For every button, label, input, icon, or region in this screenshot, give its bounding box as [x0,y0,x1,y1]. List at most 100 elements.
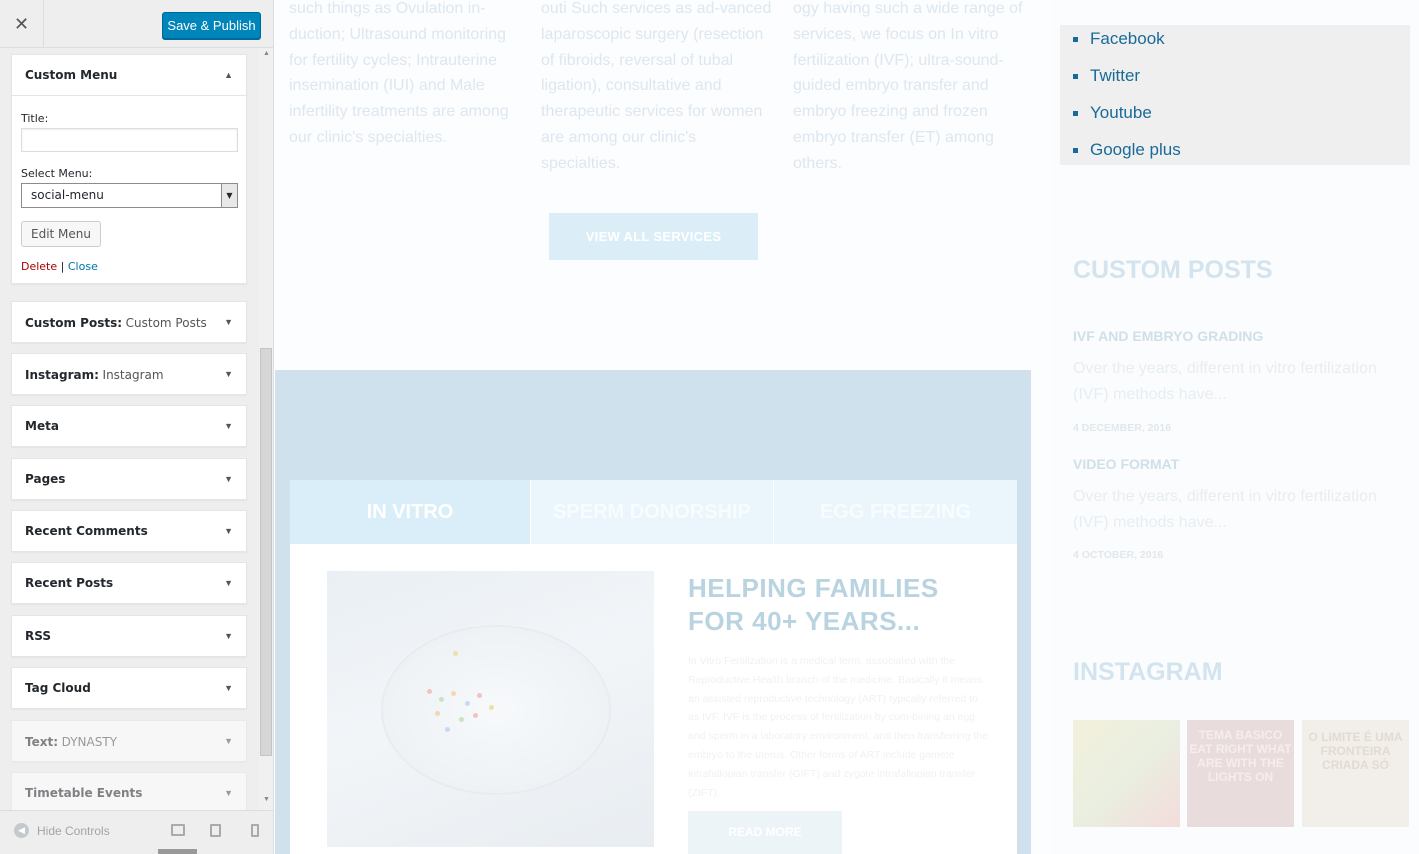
chevron-up-icon[interactable]: ▲ [224,70,233,80]
mobile-icon[interactable] [251,824,259,837]
bead-dot [459,717,464,722]
customizer-footer: ◀ Hide Controls [0,810,273,854]
social-link-youtube[interactable]: Youtube [1073,103,1152,123]
widget-subtitle: DYNASTY [61,734,118,749]
widget-custom-menu: Custom Menu ▲ Title: Select Menu: social… [11,54,247,284]
chevron-down-icon[interactable]: ▼ [224,526,233,536]
chevron-down-icon[interactable]: ▼ [224,683,233,693]
scroll-up-icon[interactable]: ▲ [263,50,270,57]
chevron-down-icon[interactable]: ▼ [224,578,233,588]
post-date: 4 OCTOBER, 2016 [1073,549,1164,561]
bead-dot [477,693,482,698]
widget-title: Meta [25,419,59,433]
hide-controls-button[interactable]: ◀ Hide Controls [14,823,110,838]
widget-header[interactable]: Tag Cloud ▼ [12,668,246,708]
widget-title: Pages [25,472,66,486]
widget-header[interactable]: Custom Menu ▲ [12,55,246,95]
instagram-photo[interactable]: O LIMITE É UMA FRONTEIRA CRIADA SÓ [1302,720,1409,827]
chevron-down-icon[interactable]: ▼ [224,317,233,327]
widget-pages[interactable]: Pages ▼ [11,458,247,500]
select-menu-dropdown[interactable]: social-menu ▼ [21,183,238,208]
customizer-panel: ✕ Save & Publish Custom Menu ▲ Title: Se… [0,0,274,854]
tab-in-vitro[interactable]: IN VITRO [290,480,530,544]
scroll-down-icon[interactable]: ▼ [263,796,270,803]
widget-tag-cloud[interactable]: Tag Cloud ▼ [11,667,247,709]
close-link[interactable]: Close [68,260,98,273]
widget-header[interactable]: Text: DYNASTY ▼ [12,721,246,761]
widget-title: Recent Posts [25,576,114,590]
social-menu: Facebook Twitter Youtube Google plus [1060,25,1410,165]
chevron-down-icon[interactable]: ▼ [224,369,233,379]
bead-dot [453,651,458,656]
read-more-button[interactable]: READ MORE [688,811,842,854]
widget-header[interactable]: Meta ▼ [12,406,246,446]
delete-link[interactable]: Delete [21,260,57,273]
social-link-google-plus[interactable]: Google plus [1073,140,1181,160]
widget-timetable-events[interactable]: Timetable Events ▼ [11,772,247,810]
tab-egg-freezing[interactable]: EGG FREEZING [774,480,1017,544]
widget-actions: Delete | Close [21,260,237,273]
chevron-down-icon[interactable]: ▼ [224,788,233,798]
tab-sperm-donorship[interactable]: SPERM DONORSHIP [531,480,773,544]
social-link-twitter[interactable]: Twitter [1072,66,1140,86]
instagram-photo[interactable] [1073,720,1180,827]
post-excerpt: Over the years, different in vitro ferti… [1073,488,1377,531]
widget-header[interactable]: Pages ▼ [12,459,246,499]
select-menu-label: Select Menu: [21,167,93,180]
widget-title: Custom Posts: [25,315,123,330]
widget-title: Custom Menu [25,68,118,82]
widget-subtitle: Instagram [102,367,164,382]
widget-title: Recent Comments [25,524,148,538]
widget-instagram[interactable]: Instagram: Instagram ▼ [11,353,247,395]
tablet-icon[interactable] [210,824,221,837]
chevron-down-icon[interactable]: ▼ [224,736,233,746]
post-title[interactable]: IVF AND EMBRYO GRADING [1073,328,1263,344]
hide-controls-label: Hide Controls [37,823,110,838]
widget-header[interactable]: RSS ▼ [12,616,246,656]
instagram-caption: O LIMITE É UMA FRONTEIRA CRIADA SÓ [1308,730,1403,772]
chevron-down-icon[interactable]: ▼ [224,631,233,641]
bead-dot [427,689,432,694]
save-publish-button[interactable]: Save & Publish [162,12,261,39]
post-title[interactable]: VIDEO FORMAT [1073,456,1179,472]
widget-subtitle: Custom Posts [125,315,207,330]
social-link-facebook[interactable]: Facebook [1073,29,1165,49]
widget-text[interactable]: Text: DYNASTY ▼ [11,720,247,762]
service-text: ogy having such a wide range of services… [793,0,1023,172]
widget-recent-posts[interactable]: Recent Posts ▼ [11,562,247,604]
widget-meta[interactable]: Meta ▼ [11,405,247,447]
bead-dot [435,711,440,716]
post-date: 4 DECEMBER, 2016 [1073,422,1172,434]
widget-rss[interactable]: RSS ▼ [11,615,247,657]
widget-header[interactable]: Custom Posts: Custom Posts ▼ [12,302,246,342]
widget-recent-comments[interactable]: Recent Comments ▼ [11,510,247,552]
widget-custom-posts[interactable]: Custom Posts: Custom Posts ▼ [11,301,247,343]
instagram-photo[interactable]: TEMA BASICO EAT RIGHT WHAT ARE WITH THE … [1187,720,1294,827]
widget-title: Tag Cloud [25,681,91,695]
scroll-thumb[interactable] [260,348,272,756]
preview-sidebar: Facebook Twitter Youtube Google plus CUS… [1050,0,1419,854]
widget-header[interactable]: Instagram: Instagram ▼ [12,354,246,394]
desktop-icon[interactable] [171,824,185,836]
service-text: outi Such services as ad-vanced laparosc… [541,0,772,172]
view-all-services-button[interactable]: VIEW ALL SERVICES [549,213,758,260]
instagram-heading: INSTAGRAM [1073,658,1223,686]
title-input[interactable] [21,128,238,152]
widget-header[interactable]: Timetable Events ▼ [12,773,246,810]
lab-image [327,571,654,847]
close-icon[interactable]: ✕ [0,0,44,48]
chevron-down-icon[interactable]: ▼ [224,474,233,484]
feature-tabs: IN VITRO SPERM DONORSHIP EGG FREEZING HE… [290,480,1017,854]
site-preview: such things as Ovulation in-duction; Ult… [275,0,1419,854]
edit-menu-button[interactable]: Edit Menu [21,221,101,247]
instagram-caption: TEMA BASICO EAT RIGHT WHAT ARE WITH THE … [1189,728,1292,784]
widget-header[interactable]: Recent Comments ▼ [12,511,246,551]
widget-scrollbar[interactable]: ▲ ▼ [259,48,273,810]
dropdown-arrow-icon[interactable]: ▼ [221,184,237,207]
chevron-down-icon[interactable]: ▼ [224,421,233,431]
post-excerpt: Over the years, different in vitro ferti… [1073,360,1377,403]
link-separator: | [60,260,65,273]
widget-header[interactable]: Recent Posts ▼ [12,563,246,603]
bead-dot [451,691,456,696]
service-text: such things as Ovulation in-duction; Ult… [289,0,509,146]
